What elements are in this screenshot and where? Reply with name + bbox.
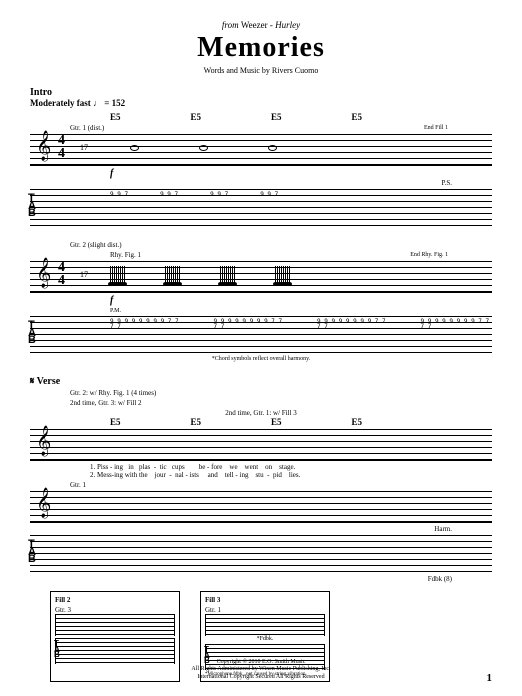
page-number: 1 <box>487 672 493 684</box>
segno-icon: 𝄋 <box>30 376 34 387</box>
tempo-bpm: = 152 <box>104 98 125 108</box>
tab-label-icon: TAB <box>28 195 36 218</box>
mini-staff <box>205 614 325 636</box>
verse-label: Verse <box>37 376 61 387</box>
band-name: Weezer <box>241 20 268 30</box>
dynamic-marking: f <box>110 295 492 306</box>
album-name: Hurley <box>275 20 300 30</box>
treble-clef-icon: 𝄞 <box>36 131 51 162</box>
tab-col: 9 9 7 <box>260 192 278 197</box>
copyright-line: Copyright © 2010 E.O. Smith Music <box>0 659 522 667</box>
intro-section-label: Intro <box>30 87 492 98</box>
source-line: from Weezer - Hurley <box>30 20 492 30</box>
whole-notes <box>130 145 277 151</box>
chord-footnote: *Chord symbols reflect overall harmony. <box>30 356 492 362</box>
gtr1-label: Gtr. 1 <box>70 481 492 489</box>
tab-col: 9 9 9 9 9 9 9 9 7 7 7 7 <box>110 319 182 329</box>
feedback-label: Fdbk (8) <box>30 575 492 583</box>
palm-mute-label: P.M. <box>110 308 492 314</box>
end-rhy-fig-label: End Rhy. Fig. 1 <box>410 252 488 258</box>
tab-numbers: 9 9 7 9 9 7 9 9 7 9 9 7 <box>110 192 278 197</box>
chord-symbol: E5 <box>352 417 433 427</box>
vocal-staff: 𝄞 <box>30 429 492 461</box>
harmonic-label: Harm. <box>30 525 492 533</box>
tab-staff: TAB 9 9 7 9 9 7 9 9 7 9 9 7 <box>30 189 492 227</box>
copyright-footer: Copyright © 2010 E.O. Smith Music All Ri… <box>0 659 522 682</box>
chord-symbol: E5 <box>110 417 191 427</box>
chord-symbol: E5 <box>271 112 352 122</box>
chord-symbol: E5 <box>110 112 191 122</box>
dynamic-marking: f <box>110 168 492 179</box>
tab-label-icon: TAB <box>28 322 36 345</box>
end-fill-label: End Fill 1 <box>424 125 488 131</box>
tab-col: 9 9 7 <box>210 192 228 197</box>
songwriter-credits: Words and Music by Rivers Cuomo <box>30 66 492 75</box>
gtr2-system: Gtr. 2 (slight dist.) Rhy. Fig. 1 𝄞 44 1… <box>30 241 492 362</box>
treble-clef-icon: 𝄞 <box>36 426 51 457</box>
lyrics-block: 1. Piss - ing in plas - tic cups be - fo… <box>30 463 492 471</box>
quarter-note-icon: ♩ <box>93 98 102 108</box>
lyric-verse-num: 2. <box>90 471 95 479</box>
rights-line-2: International Copyright Secured All Righ… <box>0 674 522 682</box>
fill3-label: Fill 3 <box>205 596 325 604</box>
standard-notation-staff: 𝄞 44 17 End Rhy. Fig. 1 <box>30 261 492 293</box>
beamed-eighths <box>110 266 290 286</box>
chord-symbol: E5 <box>271 417 352 427</box>
tab-staff: TAB 9 9 9 9 9 9 9 9 7 7 7 7 9 9 9 9 9 9 … <box>30 316 492 354</box>
gtr2-label: Gtr. 2 (slight dist.) <box>70 241 492 249</box>
gtr1-direction: 2nd time, Gtr. 1: w/ Fill 3 <box>30 409 492 417</box>
chord-symbol: E5 <box>352 112 433 122</box>
verse-chord-row: E5 E5 E5 E5 <box>30 417 492 427</box>
fdbk-label: *Fdbk. <box>205 636 325 642</box>
tab-col: 9 9 9 9 9 9 9 9 7 7 7 7 <box>421 319 493 329</box>
tab-label-icon: TAB <box>54 641 60 658</box>
rights-line-1: All Rights Administered by Wixen Music P… <box>0 666 522 674</box>
fill2-label: Fill 2 <box>55 596 175 604</box>
lyric-verse-num: 1. <box>90 463 95 471</box>
verse-section-label: 𝄋 Verse <box>30 376 492 387</box>
fill2-gtr: Gtr. 3 <box>55 606 175 614</box>
tempo-marking: Moderately fast ♩ = 152 <box>30 98 492 108</box>
fill3-gtr: Gtr. 1 <box>205 606 325 614</box>
time-signature: 44 <box>58 135 65 160</box>
intro-chord-row: E5 E5 E5 E5 <box>30 112 492 122</box>
tempo-text: Moderately fast <box>30 98 91 108</box>
tab-staff: TAB <box>30 535 492 573</box>
lyric-line-2: Mess-ing with the jour - nal - ists and … <box>97 471 300 479</box>
chord-symbol: E5 <box>191 112 272 122</box>
time-signature: 44 <box>58 262 65 287</box>
pick-scrape-label: P.S. <box>30 179 492 187</box>
multi-rest: 17 <box>80 270 88 279</box>
chord-symbol: E5 <box>191 417 272 427</box>
tab-numbers: 9 9 9 9 9 9 9 9 7 7 7 7 9 9 9 9 9 9 9 9 … <box>110 319 492 329</box>
treble-clef-icon: 𝄞 <box>36 258 51 289</box>
tab-col: 9 9 7 <box>160 192 178 197</box>
tab-col: 9 9 9 9 9 9 9 9 7 7 7 7 <box>214 319 286 329</box>
mini-staff <box>55 614 175 636</box>
tab-col: 9 9 7 <box>110 192 128 197</box>
treble-clef-icon: 𝄞 <box>36 488 51 519</box>
sheet-header: from Weezer - Hurley Memories Words and … <box>30 20 492 75</box>
lyrics-block: 2. Mess-ing with the jour - nal - ists a… <box>30 471 492 479</box>
gtr1-verse-staff: 𝄞 <box>30 491 492 523</box>
source-prefix: from <box>222 20 239 30</box>
lyric-line-1: Piss - ing in plas - tic cups be - fore … <box>97 463 295 471</box>
tab-col: 9 9 9 9 9 9 9 9 7 7 7 7 <box>317 319 389 329</box>
tab-label-icon: TAB <box>28 541 36 564</box>
gtr3-direction: 2nd time, Gtr. 3: w/ Fill 2 <box>70 399 492 407</box>
standard-notation-staff: 𝄞 44 17 End Fill 1 <box>30 134 492 166</box>
song-title: Memories <box>30 32 492 64</box>
gtr2-direction: Gtr. 2: w/ Rhy. Fig. 1 (4 times) <box>70 389 492 397</box>
multi-rest: 17 <box>80 143 88 152</box>
gtr1-system: Gtr. 1 (dist.) 𝄞 44 17 End Fill 1 f P.S.… <box>30 124 492 227</box>
